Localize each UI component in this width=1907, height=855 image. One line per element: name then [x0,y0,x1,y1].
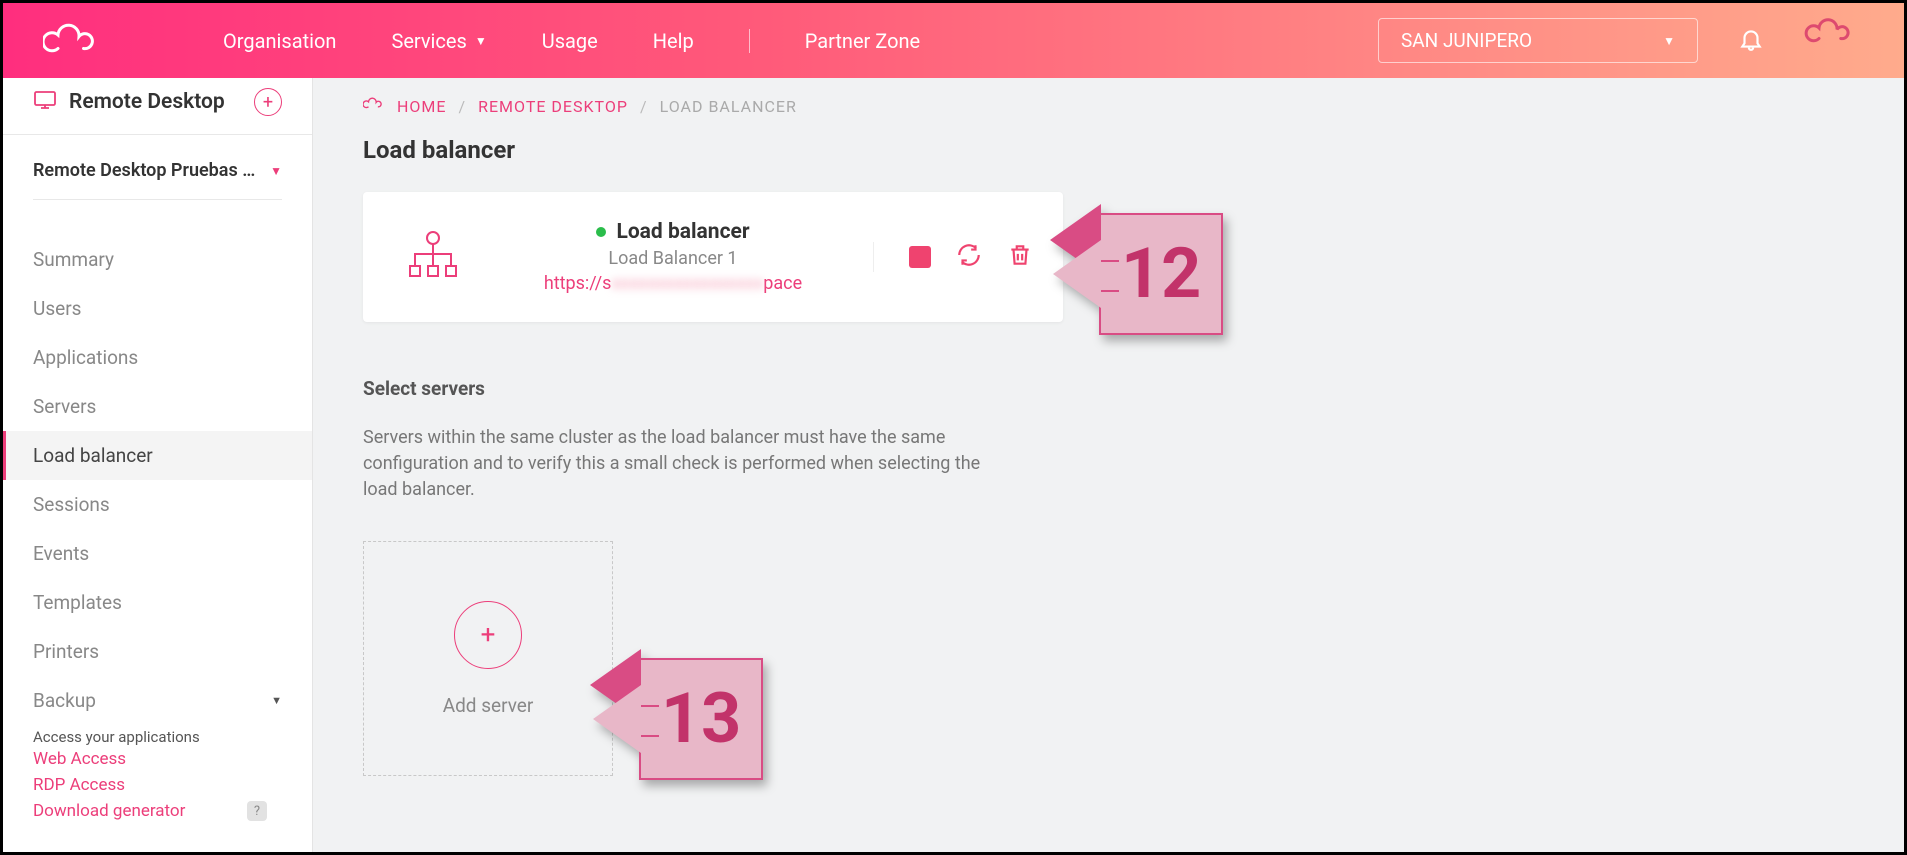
sidebar-item-backup[interactable]: Backup ▼ [3,676,312,725]
load-balancer-card: Load balancer Load Balancer 1 https://sx… [363,192,1063,322]
load-balancer-icon [393,230,473,284]
breadcrumb-remote-desktop[interactable]: REMOTE DESKTOP [478,97,628,116]
chevron-down-icon: ▼ [475,34,487,48]
breadcrumb: HOME / REMOTE DESKTOP / LOAD BALANCER [363,96,1854,116]
load-balancer-actions [873,242,1033,272]
load-balancer-title: Load balancer [616,220,749,244]
link-web-access[interactable]: Web Access [33,746,282,772]
chevron-down-icon: ▼ [271,694,282,707]
sidebar-item-users[interactable]: Users [3,284,312,333]
notifications-bell-icon[interactable] [1738,26,1764,56]
add-server-card[interactable]: + Add server [363,541,613,776]
sidebar-title: Remote Desktop [69,90,242,114]
add-remote-desktop-button[interactable]: + [254,88,282,116]
nav-divider [749,29,750,53]
load-balancer-info: Load balancer Load Balancer 1 https://sx… [473,220,873,294]
load-balancer-url[interactable]: https://sxxxxxxxxxxxxxxxxxpace [483,273,863,294]
nav-partner-zone[interactable]: Partner Zone [805,29,920,53]
nav-organisation[interactable]: Organisation [223,29,336,53]
select-servers-description: Servers within the same cluster as the l… [363,425,1003,503]
status-dot-icon [596,227,606,237]
refresh-button[interactable] [956,242,982,272]
main-content: HOME / REMOTE DESKTOP / LOAD BALANCER Lo… [313,78,1904,852]
trash-icon [1007,242,1033,268]
refresh-icon [956,242,982,268]
link-rdp-access[interactable]: RDP Access [33,772,282,798]
sidebar-item-applications[interactable]: Applications [3,333,312,382]
sidebar-item-sessions[interactable]: Sessions [3,480,312,529]
select-servers-title: Select servers [363,377,1854,400]
workspace-label: SAN JUNIPERO [1401,29,1532,52]
sidebar-item-printers[interactable]: Printers [3,627,312,676]
breadcrumb-sep: / [458,97,466,116]
chevron-down-icon: ▼ [270,164,282,178]
annotation-callout-13: 13 [593,658,763,780]
cloud-icon [363,96,385,116]
delete-button[interactable] [1007,242,1033,272]
help-badge[interactable]: ? [247,801,267,821]
sidebar: Remote Desktop + Remote Desktop Pruebas … [3,78,313,852]
app-header: Organisation Services ▼ Usage Help Partn… [3,3,1904,78]
sidebar-header: Remote Desktop + [3,78,312,135]
annotation-callout-12: 12 [1053,213,1223,335]
chevron-down-icon: ▼ [1663,34,1675,48]
project-name: Remote Desktop Pruebas … [33,160,255,181]
breadcrumb-home[interactable]: HOME [397,97,446,116]
breadcrumb-current: LOAD BALANCER [660,97,797,116]
sidebar-item-templates[interactable]: Templates [3,578,312,627]
app-logo [43,21,103,61]
page-title: Load balancer [363,136,1854,164]
breadcrumb-sep: / [640,97,648,116]
main-nav: Organisation Services ▼ Usage Help Partn… [223,29,920,53]
sidebar-nav: ▲ ▼ Summary Users Applications Servers L… [3,220,312,852]
access-applications-label: Access your applications [33,728,200,746]
plus-icon: + [454,601,522,669]
workspace-select[interactable]: SAN JUNIPERO ▼ [1378,18,1698,63]
nav-usage[interactable]: Usage [542,29,598,53]
load-balancer-name: Load Balancer 1 [483,248,863,269]
link-download-generator[interactable]: Download generator [33,798,185,824]
project-select[interactable]: Remote Desktop Pruebas … ▼ [33,160,282,200]
stop-button[interactable] [909,246,931,268]
brand-right-logo [1804,17,1864,64]
sidebar-item-summary[interactable]: Summary [3,235,312,284]
add-server-label: Add server [443,694,534,717]
remote-desktop-icon [33,90,57,114]
nav-services[interactable]: Services ▼ [391,29,486,53]
stop-icon [909,246,931,268]
nav-help[interactable]: Help [653,29,694,53]
sidebar-item-load-balancer[interactable]: Load balancer [3,431,312,480]
sidebar-item-servers[interactable]: Servers [3,382,312,431]
sidebar-item-events[interactable]: Events [3,529,312,578]
